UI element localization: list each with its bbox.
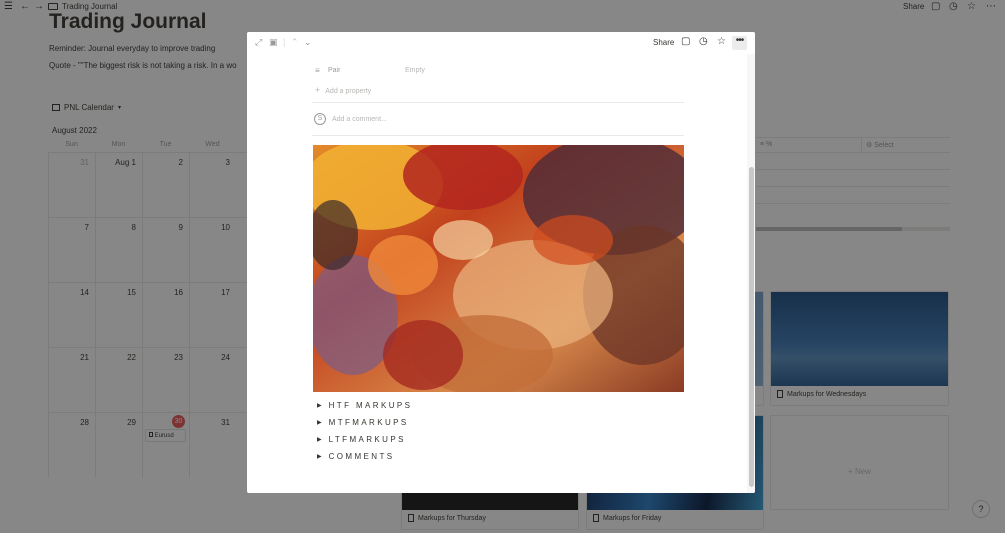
more-icon[interactable]: ••• (732, 36, 747, 50)
comment-input[interactable]: Add a comment... (332, 116, 387, 123)
star-icon[interactable]: ☆ (717, 36, 726, 47)
chevron-up-icon[interactable]: ⌃ (291, 37, 299, 48)
share-button[interactable]: Share (653, 38, 674, 47)
scrollbar-thumb[interactable] (749, 167, 754, 487)
comment-row[interactable]: S Add a comment... (314, 113, 387, 125)
toggle-arrow-icon[interactable]: ▶ (317, 436, 322, 443)
cover-image (313, 145, 684, 392)
toggle-arrow-icon[interactable]: ▶ (317, 453, 322, 460)
toggle-mtf-markups[interactable]: ▶ MTFMARKUPS (317, 414, 412, 431)
clock-icon[interactable]: ◷ (699, 36, 708, 47)
expand-icon[interactable]: ⤢ (255, 37, 262, 48)
page-peek-modal: ··· ≡ Pair Empty +Add a property S Add a… (247, 32, 755, 493)
chevron-down-icon[interactable]: ⌄ (304, 37, 312, 48)
avatar: S (314, 113, 326, 125)
toggle-arrow-icon[interactable]: ▶ (317, 402, 322, 409)
divider (312, 135, 684, 136)
open-page-icon[interactable]: ▣ (269, 37, 278, 48)
property-row-pair[interactable]: ≡ Pair Empty (315, 65, 685, 79)
toggle-arrow-icon[interactable]: ▶ (317, 419, 322, 426)
divider: | (283, 37, 286, 47)
property-value[interactable]: Empty (405, 67, 425, 74)
modal-toolbar: ⤢ ▣ | ⌃ ⌄ Share ▢ ◷ ☆ ••• (247, 32, 755, 54)
toggle-ltf-markups[interactable]: ▶ LTFMARKUPS (317, 431, 412, 448)
toggle-htf-markups[interactable]: ▶ HTF MARKUPS (317, 397, 412, 414)
plus-icon: + (315, 85, 321, 95)
toggle-list: ▶ HTF MARKUPS ▶ MTFMARKUPS ▶ LTFMARKUPS ▶ CO… (317, 397, 412, 465)
divider (312, 102, 684, 103)
comment-icon[interactable]: ▢ (681, 36, 690, 47)
property-name: Pair (328, 67, 341, 74)
list-icon: ≡ (315, 66, 320, 75)
add-property-button[interactable]: + Add a property (315, 85, 371, 95)
toggle-comments[interactable]: ▶ COMMENTS (317, 448, 412, 465)
